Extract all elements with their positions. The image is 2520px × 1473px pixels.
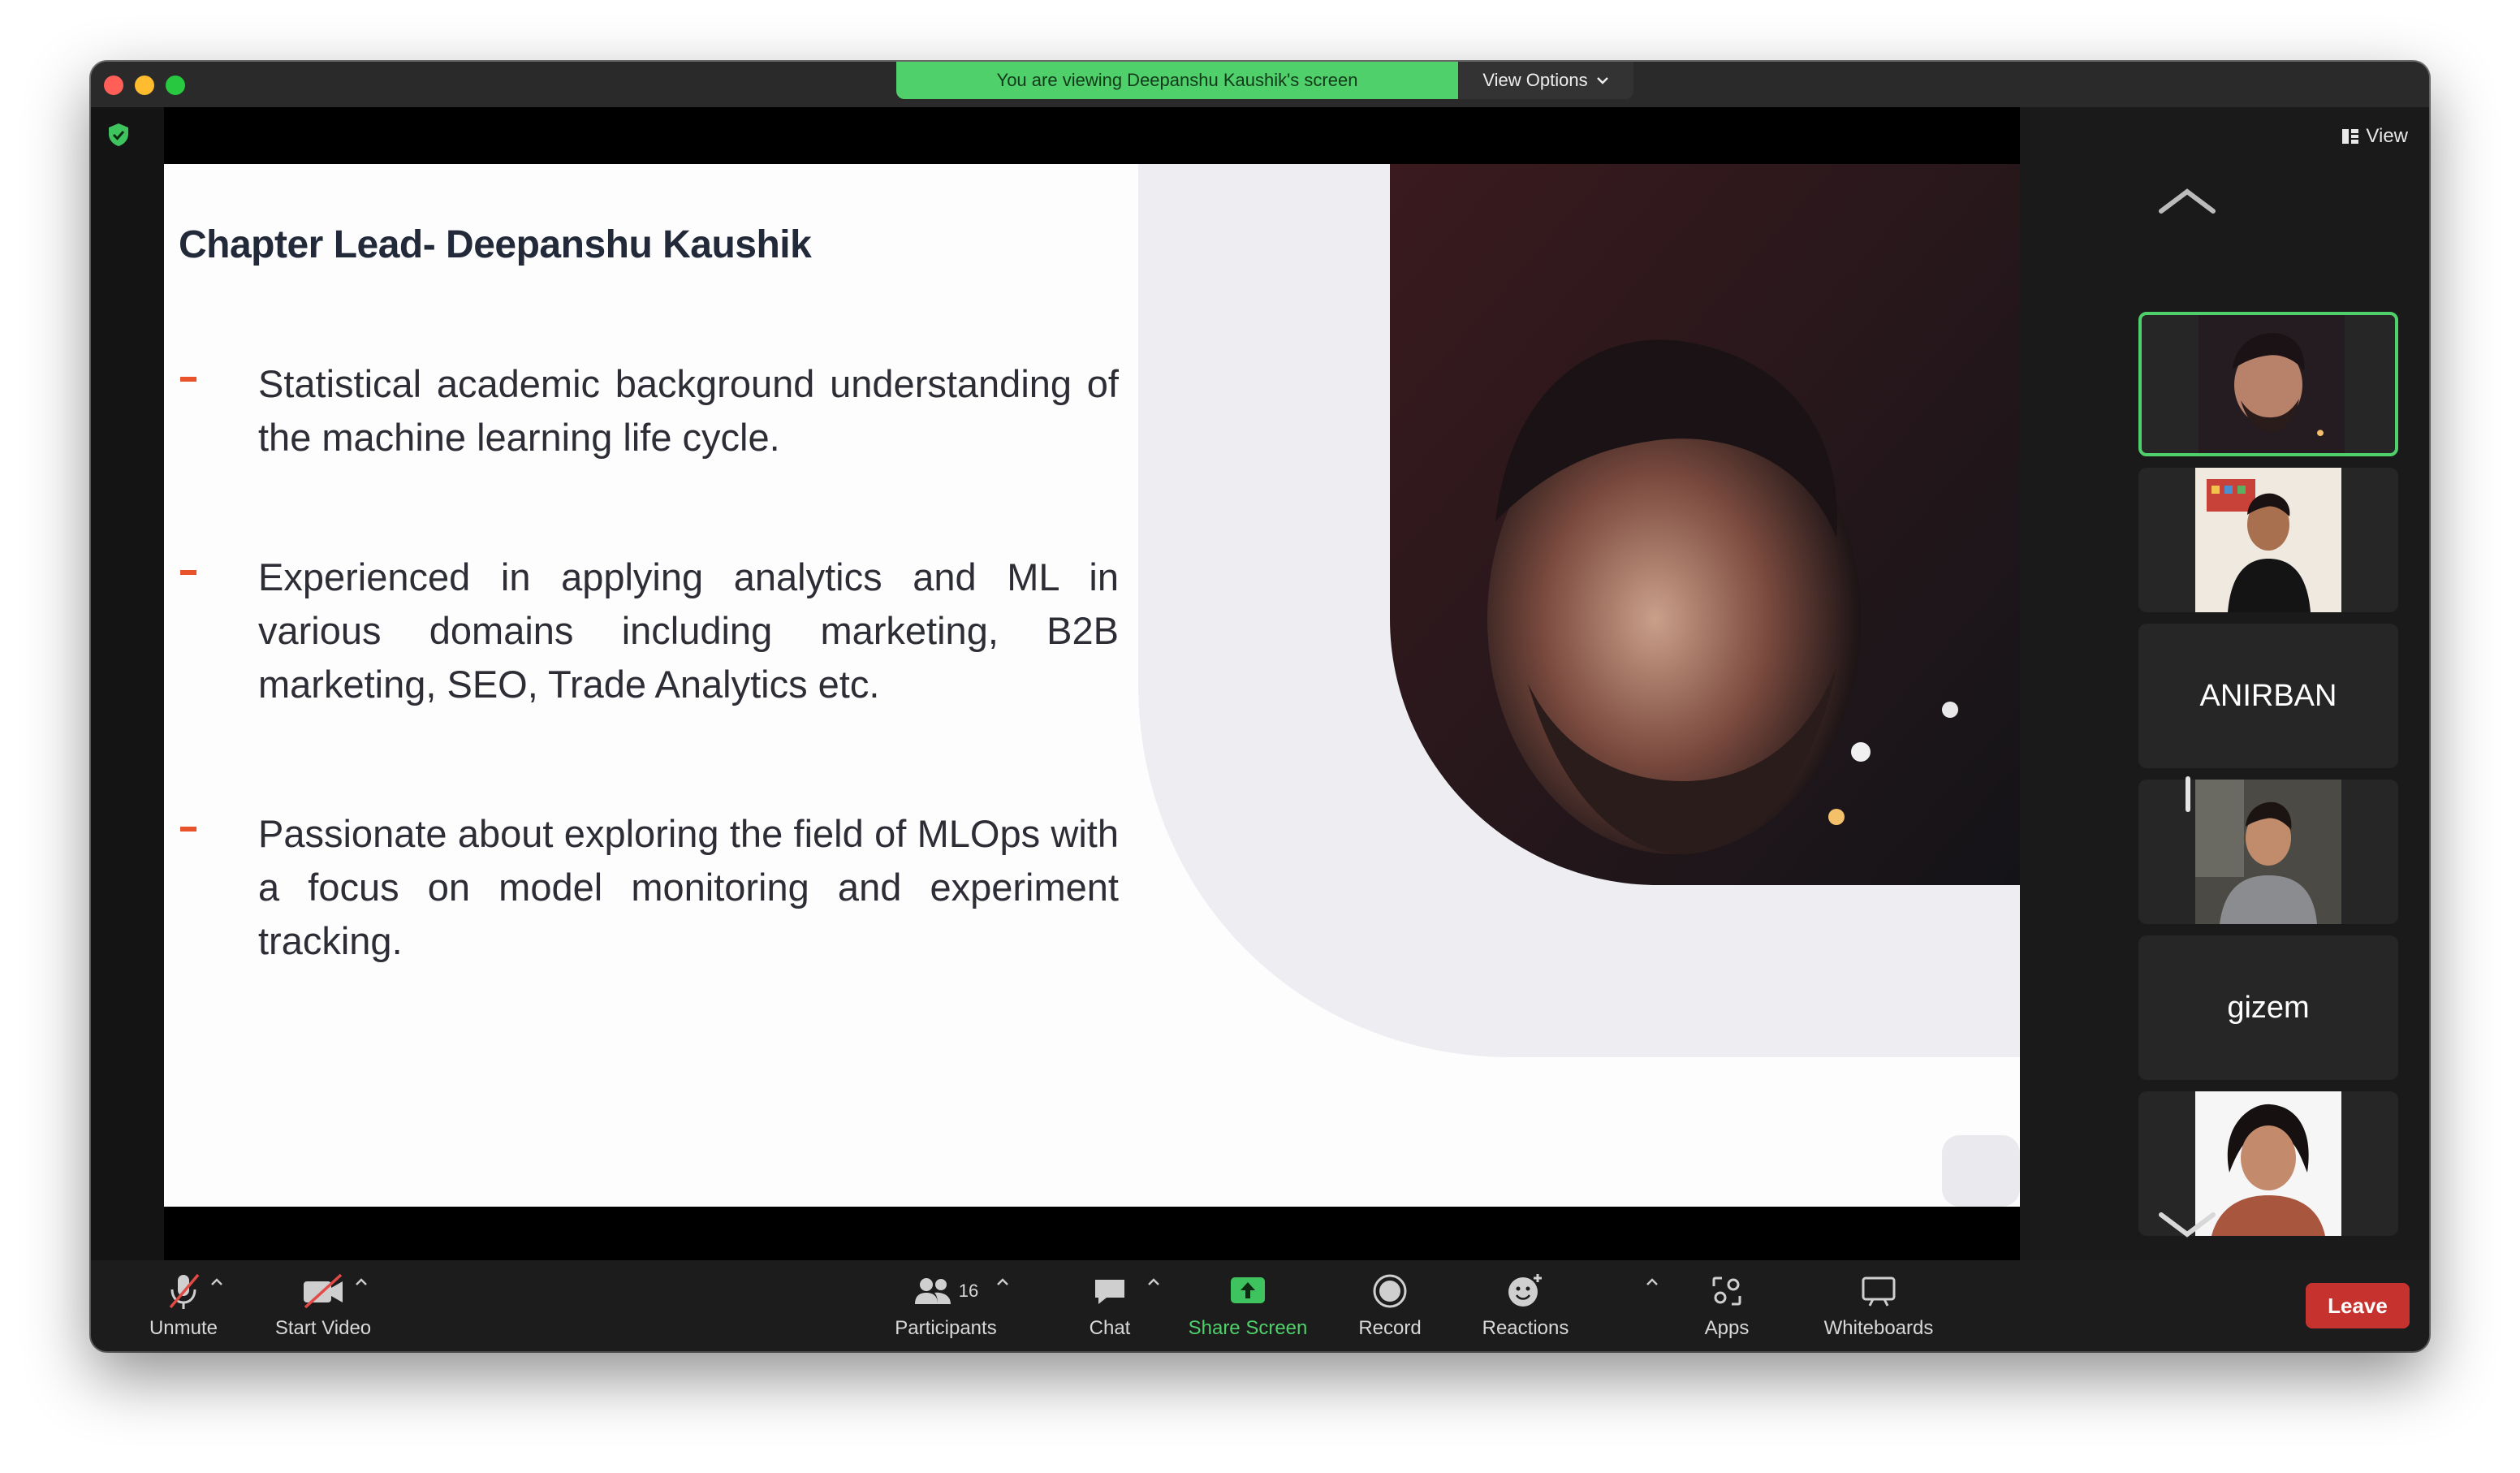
slide-title: Chapter Lead- Deepanshu Kaushik — [179, 223, 812, 266]
minimize-window-button[interactable] — [135, 76, 154, 95]
unmute-label: Unmute — [149, 1317, 218, 1339]
participant-tile[interactable] — [2138, 780, 2398, 924]
bullet-marker — [180, 377, 196, 382]
grid-view-icon — [2342, 129, 2359, 144]
whiteboards-label: Whiteboards — [1823, 1317, 1934, 1339]
participant-tile[interactable] — [2138, 468, 2398, 612]
meeting-content: Chapter Lead- Deepanshu Kaushik Statisti… — [91, 107, 2429, 1260]
view-options-label: View Options — [1482, 70, 1588, 90]
participant-video — [2195, 780, 2341, 924]
security-shield-icon[interactable] — [107, 122, 130, 148]
participants-count: 16 — [958, 1281, 979, 1301]
view-button[interactable]: View — [2341, 125, 2408, 148]
viewing-banner: You are viewing Deepanshu Kaushik's scre… — [896, 62, 1633, 99]
shared-screen: Chapter Lead- Deepanshu Kaushik Statisti… — [164, 107, 2020, 1260]
chat-bubble-icon — [1095, 1280, 1124, 1304]
reactions-label: Reactions — [1482, 1317, 1569, 1339]
participant-tile[interactable]: ANIRBAN — [2138, 624, 2398, 768]
gallery-scroll-handle[interactable] — [2186, 776, 2190, 812]
participant-name: gizem — [2227, 990, 2310, 1025]
chevron-up-icon[interactable] — [2156, 185, 2218, 218]
bullet-text: Passionate about exploring the field of … — [258, 812, 1119, 962]
chevron-down-icon — [1596, 77, 1608, 84]
participant-tile[interactable]: gizem — [2138, 935, 2398, 1080]
chevron-down-icon[interactable] — [2156, 1208, 2218, 1241]
participant-video — [2199, 315, 2345, 453]
reactions-button[interactable]: Reactions — [1466, 1260, 1585, 1351]
unmute-button[interactable]: Unmute — [127, 1260, 240, 1351]
participant-name: ANIRBAN — [2199, 678, 2337, 713]
reactions-smiley-icon — [1508, 1274, 1542, 1307]
participant-gallery: View ANIRBAN gizem — [2020, 107, 2429, 1260]
chat-label: Chat — [1089, 1317, 1131, 1339]
audio-options-caret-icon[interactable] — [209, 1276, 224, 1288]
reactions-options-caret-icon[interactable] — [1645, 1276, 1659, 1288]
record-button[interactable]: Record — [1341, 1260, 1439, 1351]
chat-button[interactable]: Chat — [1065, 1260, 1154, 1351]
share-screen-icon — [1231, 1277, 1265, 1303]
video-options-caret-icon[interactable] — [354, 1276, 369, 1288]
bullet-text: Statistical academic background understa… — [258, 362, 1119, 459]
leave-button[interactable]: Leave — [2306, 1283, 2410, 1328]
start-video-label: Start Video — [274, 1317, 372, 1339]
apps-button[interactable]: Apps — [1682, 1260, 1771, 1351]
apps-label: Apps — [1704, 1317, 1750, 1339]
participants-button[interactable]: 16 Participants — [869, 1260, 1023, 1351]
participant-video — [2195, 468, 2341, 612]
close-window-button[interactable] — [104, 76, 123, 95]
record-icon — [1373, 1274, 1407, 1308]
view-options-button[interactable]: View Options — [1458, 62, 1633, 99]
view-button-label: View — [2366, 125, 2408, 147]
share-screen-label: Share Screen — [1188, 1317, 1308, 1339]
bullet-marker — [180, 570, 196, 575]
whiteboards-button[interactable]: Whiteboards — [1806, 1260, 1952, 1351]
apps-icon — [1712, 1276, 1741, 1306]
participants-icon — [914, 1278, 951, 1304]
maximize-window-button[interactable] — [166, 76, 185, 95]
viewing-screen-text: You are viewing Deepanshu Kaushik's scre… — [896, 62, 1458, 99]
bullet-marker — [180, 827, 196, 832]
zoom-window: You are viewing Deepanshu Kaushik's scre… — [91, 62, 2429, 1351]
meeting-toolbar: Unmute Start Video 16 Participants Chat … — [91, 1260, 2429, 1351]
presentation-slide: Chapter Lead- Deepanshu Kaushik Statisti… — [164, 164, 2020, 1207]
share-screen-button[interactable]: Share Screen — [1179, 1260, 1317, 1351]
title-bar: You are viewing Deepanshu Kaushik's scre… — [91, 62, 2429, 107]
start-video-button[interactable]: Start Video — [250, 1260, 396, 1351]
participants-label: Participants — [895, 1317, 997, 1339]
bullet-text: Experienced in applying analytics and ML… — [258, 555, 1119, 706]
participant-tile[interactable] — [2138, 312, 2398, 456]
record-label: Record — [1358, 1317, 1422, 1339]
video-off-icon — [304, 1273, 343, 1309]
muted-microphone-icon — [169, 1273, 200, 1309]
chat-options-caret-icon[interactable] — [1146, 1276, 1161, 1288]
whiteboard-icon — [1862, 1276, 1896, 1307]
participants-options-caret-icon[interactable] — [995, 1276, 1010, 1288]
